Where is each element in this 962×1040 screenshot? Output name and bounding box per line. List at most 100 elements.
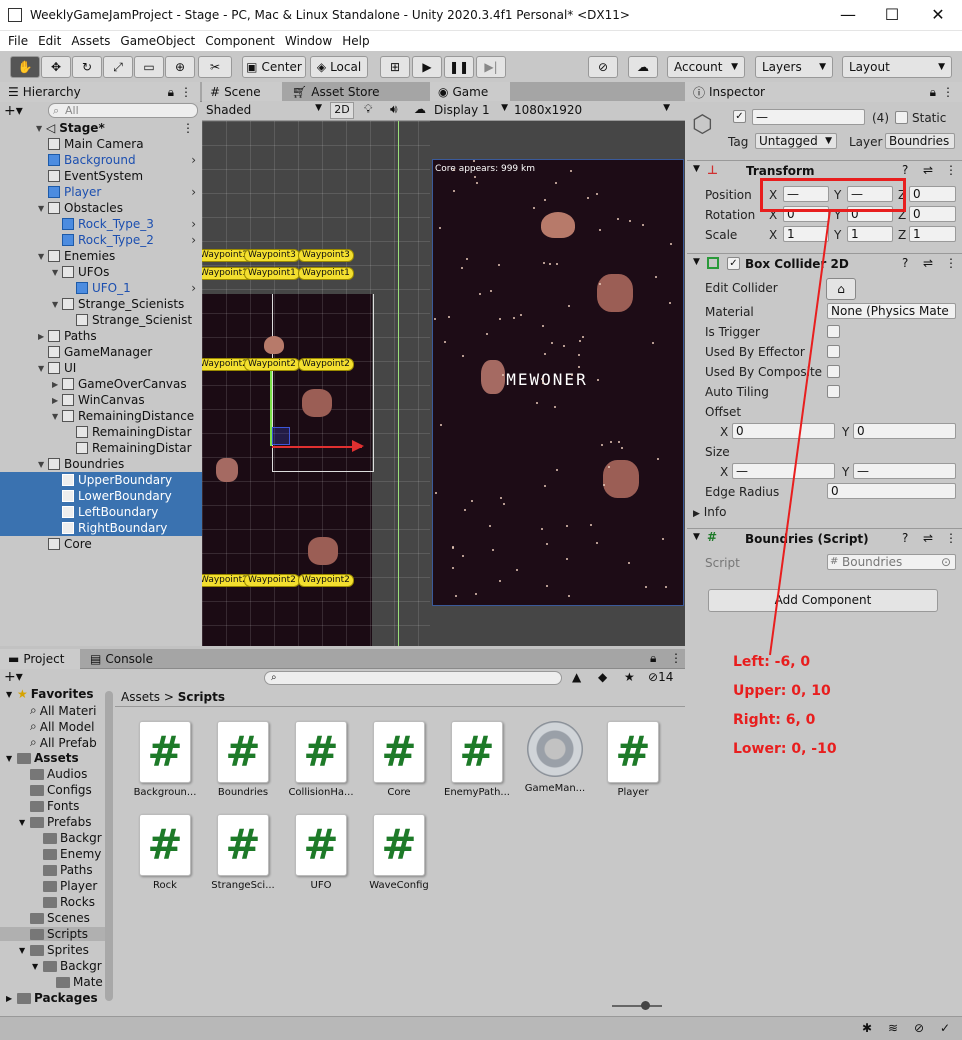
fold-arrow-icon[interactable]: ▼ <box>38 204 48 213</box>
filter-label-icon[interactable]: ◆ <box>598 670 607 684</box>
snap-icon[interactable]: ⊞ <box>380 56 410 78</box>
filter-type-icon[interactable]: ▲ <box>572 670 581 684</box>
light-icon[interactable]: 💡︎ <box>364 102 372 117</box>
edge-radius-field[interactable]: 0 <box>827 483 956 499</box>
project-tree-item[interactable]: Backgr <box>32 831 102 845</box>
move-gizmo-plane[interactable] <box>272 427 290 445</box>
fold-arrow-icon[interactable]: ▶ <box>52 380 62 389</box>
zoom-slider-thumb[interactable] <box>641 1001 650 1010</box>
fold-arrow-icon[interactable]: ▼ <box>52 300 62 309</box>
hierarchy-item[interactable]: ▶ GameOverCanvas <box>0 376 202 392</box>
fold-arrow-icon[interactable]: ▼ <box>693 257 700 267</box>
layout-dropdown[interactable]: Layout ▼ <box>842 56 952 78</box>
project-tree-item[interactable]: ⌕ All Materi <box>19 703 97 718</box>
fold-arrow-icon[interactable]: ▶ <box>52 396 62 405</box>
scale-z-field[interactable]: 1 <box>909 226 956 242</box>
project-tree-item[interactable]: Player <box>32 879 97 893</box>
fold-arrow-icon[interactable]: ▼ <box>38 460 48 469</box>
position-z-field[interactable]: 0 <box>909 186 956 202</box>
waypoint-label[interactable]: Waypoint2 <box>298 574 354 587</box>
open-prefab-arrow-icon[interactable]: › <box>191 281 196 295</box>
tab-asset-store[interactable]: 🛒︎ Asset Store <box>284 82 430 102</box>
hierarchy-item[interactable]: ▼ Obstacles <box>0 200 202 216</box>
project-tree-item[interactable]: Scripts <box>0 927 105 941</box>
component-menu-icon[interactable]: ⋮ <box>945 256 957 270</box>
tab-hierarchy[interactable]: ☰ Hierarchy 🔒︎ ⋮ <box>0 82 200 102</box>
offset-y-field[interactable]: 0 <box>853 423 956 439</box>
hierarchy-item[interactable]: ▼ UI <box>0 360 202 376</box>
fold-arrow-icon[interactable]: ▼ <box>693 164 700 174</box>
fold-arrow-icon[interactable]: ▼ <box>19 946 27 955</box>
fold-arrow-icon[interactable]: ▼ <box>6 690 14 699</box>
hierarchy-search[interactable]: ⌕ All <box>48 103 198 118</box>
scene-view[interactable]: Waypoint3 Waypoint3 Waypoint3 Waypoint1 Wayp… <box>202 121 430 646</box>
cloud-icon[interactable]: ☁ <box>628 56 658 78</box>
hierarchy-item[interactable]: RemainingDistar <box>0 440 202 456</box>
help-icon[interactable]: ? <box>902 256 908 270</box>
size-y-field[interactable]: — <box>853 463 956 479</box>
pause-button[interactable]: ❚❚ <box>444 56 474 78</box>
project-tree-item[interactable]: Paths <box>32 863 93 877</box>
asset-item[interactable]: # UFO <box>286 814 356 891</box>
project-lock-icon[interactable]: 🔒︎ <box>650 651 656 666</box>
hierarchy-scene-root[interactable]: ▼ ◁ Stage* ⋮ <box>0 120 202 136</box>
check-icon[interactable]: ✓ <box>940 1021 950 1035</box>
hierarchy-item[interactable]: Background › <box>0 152 202 168</box>
project-tree-item[interactable]: Fonts <box>19 799 79 813</box>
asset-item[interactable]: # Core <box>364 721 434 798</box>
object-name-field[interactable]: — <box>752 109 865 125</box>
2d-toggle[interactable]: 2D <box>330 102 354 119</box>
hierarchy-item[interactable]: Player › <box>0 184 202 200</box>
open-prefab-arrow-icon[interactable]: › <box>191 233 196 247</box>
progress-icon[interactable]: ≋ <box>888 1021 898 1035</box>
fold-arrow-icon[interactable]: ▼ <box>6 754 14 763</box>
hierarchy-item[interactable]: ▼ RemainingDistance <box>0 408 202 424</box>
fold-arrow-icon[interactable]: ▼ <box>693 532 700 542</box>
waypoint-label[interactable]: Waypoint3 <box>244 249 300 262</box>
layer-dropdown[interactable]: Boundries <box>885 133 955 149</box>
hierarchy-item[interactable]: Core <box>0 536 202 552</box>
shading-dropdown[interactable]: Shaded ▼ <box>206 103 322 117</box>
waypoint-label[interactable]: Waypoint3 <box>298 249 354 262</box>
resolution-dropdown[interactable]: 1080x1920 ▼ <box>514 103 670 117</box>
project-tree-item[interactable]: Enemy <box>32 847 101 861</box>
layers-dropdown[interactable]: Layers ▼ <box>755 56 833 78</box>
fold-arrow-icon[interactable]: ▼ <box>52 268 62 277</box>
waypoint-label[interactable]: Waypoint2 <box>244 358 300 371</box>
hierarchy-item[interactable]: LowerBoundary <box>0 488 202 504</box>
inspector-menu-icon[interactable]: ⋮ <box>942 85 954 99</box>
project-tree-item[interactable]: Scenes <box>19 911 90 925</box>
open-prefab-arrow-icon[interactable]: › <box>191 185 196 199</box>
asset-item[interactable]: # Boundries <box>208 721 278 798</box>
hierarchy-item[interactable]: ▼ Strange_Scienists <box>0 296 202 312</box>
component-menu-icon[interactable]: ⋮ <box>945 531 957 545</box>
project-tree-item[interactable]: ▼ Prefabs <box>19 815 92 829</box>
open-prefab-arrow-icon[interactable]: › <box>191 153 196 167</box>
effects-icon[interactable]: ☁ <box>414 102 426 116</box>
tab-project[interactable]: ▬ Project <box>0 649 80 669</box>
collider-enabled-checkbox[interactable]: ✓ <box>727 257 740 270</box>
zoom-slider-track[interactable] <box>612 1005 662 1007</box>
project-tree-item[interactable]: ▶ Packages <box>6 991 98 1005</box>
close-icon[interactable]: ✕ <box>926 4 950 26</box>
lock-icon[interactable]: 🔒︎ <box>168 85 174 100</box>
transform-tool-icon[interactable]: ⊕ <box>165 56 195 78</box>
tab-console[interactable]: ▤ Console <box>82 649 172 669</box>
rect-tool-icon[interactable]: ▭ <box>134 56 164 78</box>
project-search-input[interactable]: ⌕ <box>264 671 562 685</box>
asset-item[interactable]: # Player <box>598 721 668 798</box>
project-tree-item[interactable]: ▼ Backgr <box>32 959 102 973</box>
tag-dropdown[interactable]: Untagged ▼ <box>755 133 837 149</box>
menu-assets[interactable]: Assets <box>71 34 110 48</box>
hierarchy-item[interactable]: Rock_Type_3 › <box>0 216 202 232</box>
project-tree-item[interactable]: ⌕ All Prefab <box>19 735 97 750</box>
pivot-center-button[interactable]: ▣ Center <box>242 56 306 78</box>
hierarchy-item[interactable]: Main Camera <box>0 136 202 152</box>
audio-icon[interactable]: 🔊︎ <box>390 102 398 117</box>
hierarchy-item[interactable]: EventSystem <box>0 168 202 184</box>
hierarchy-item[interactable]: ▼ Enemies <box>0 248 202 264</box>
waypoint-label[interactable]: Waypoint1 <box>298 267 354 280</box>
asset-item[interactable]: # StrangeSci... <box>208 814 278 891</box>
help-icon[interactable]: ? <box>902 163 908 177</box>
hand-tool-icon[interactable]: ✋ <box>10 56 40 78</box>
